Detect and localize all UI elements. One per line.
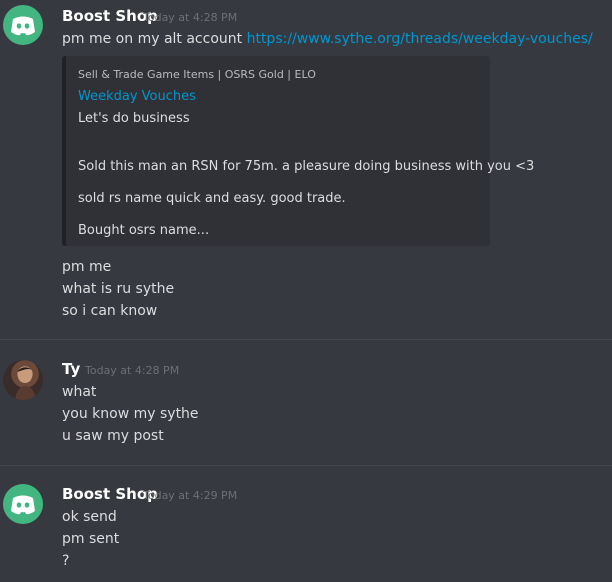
avatar[interactable] — [3, 5, 43, 45]
message-text: what is ru sythe — [62, 281, 175, 297]
avatar[interactable] — [3, 360, 43, 400]
avatar[interactable] — [3, 484, 43, 524]
timestamp: Today at 4:29 PM — [143, 489, 238, 502]
message-text: ? — [62, 553, 70, 569]
message-text: you know my sythe — [62, 406, 199, 422]
thread-link[interactable]: https://www.sythe.org/threads/weekday-vo… — [247, 31, 593, 47]
message-text: so i can know — [62, 303, 158, 319]
message-text-content: pm me on my alt account — [62, 31, 247, 47]
message-text: what — [62, 384, 97, 400]
message-group-ty: Ty Today at 4:28 PM what you know my syt… — [0, 340, 612, 466]
message-text: pm me on my alt account https://www.syth… — [62, 31, 593, 47]
embed-description-line: Bought osrs name... — [78, 223, 210, 238]
embed-description-line: sold rs name quick and easy. good trade. — [78, 191, 346, 206]
embed-description-line: Let's do business — [78, 111, 190, 126]
message-text: ok send — [62, 509, 117, 525]
chat-messages: Boost Shop Today at 4:28 PM pm me on my … — [0, 0, 612, 582]
message-text: pm me — [62, 259, 112, 275]
message-text: u saw my post — [62, 428, 164, 444]
discord-logo-icon — [11, 495, 35, 515]
timestamp: Today at 4:28 PM — [85, 364, 180, 377]
embed-description-line: Sold this man an RSN for 75m. a pleasure… — [78, 159, 535, 174]
message-text: pm sent — [62, 531, 120, 547]
user-avatar-icon — [15, 367, 36, 400]
link-embed: Sell & Trade Game Items | OSRS Gold | EL… — [62, 56, 534, 246]
timestamp: Today at 4:28 PM — [143, 11, 238, 24]
embed-provider[interactable]: Sell & Trade Game Items | OSRS Gold | EL… — [78, 68, 316, 81]
message-group-boost-shop-2: Boost Shop Today at 4:29 PM ok send pm s… — [0, 466, 612, 582]
message-group-boost-shop-1: Boost Shop Today at 4:28 PM pm me on my … — [0, 0, 612, 340]
author-name[interactable]: Ty — [62, 360, 80, 378]
discord-logo-icon — [11, 16, 35, 36]
embed-title-link[interactable]: Weekday Vouches — [78, 89, 196, 104]
